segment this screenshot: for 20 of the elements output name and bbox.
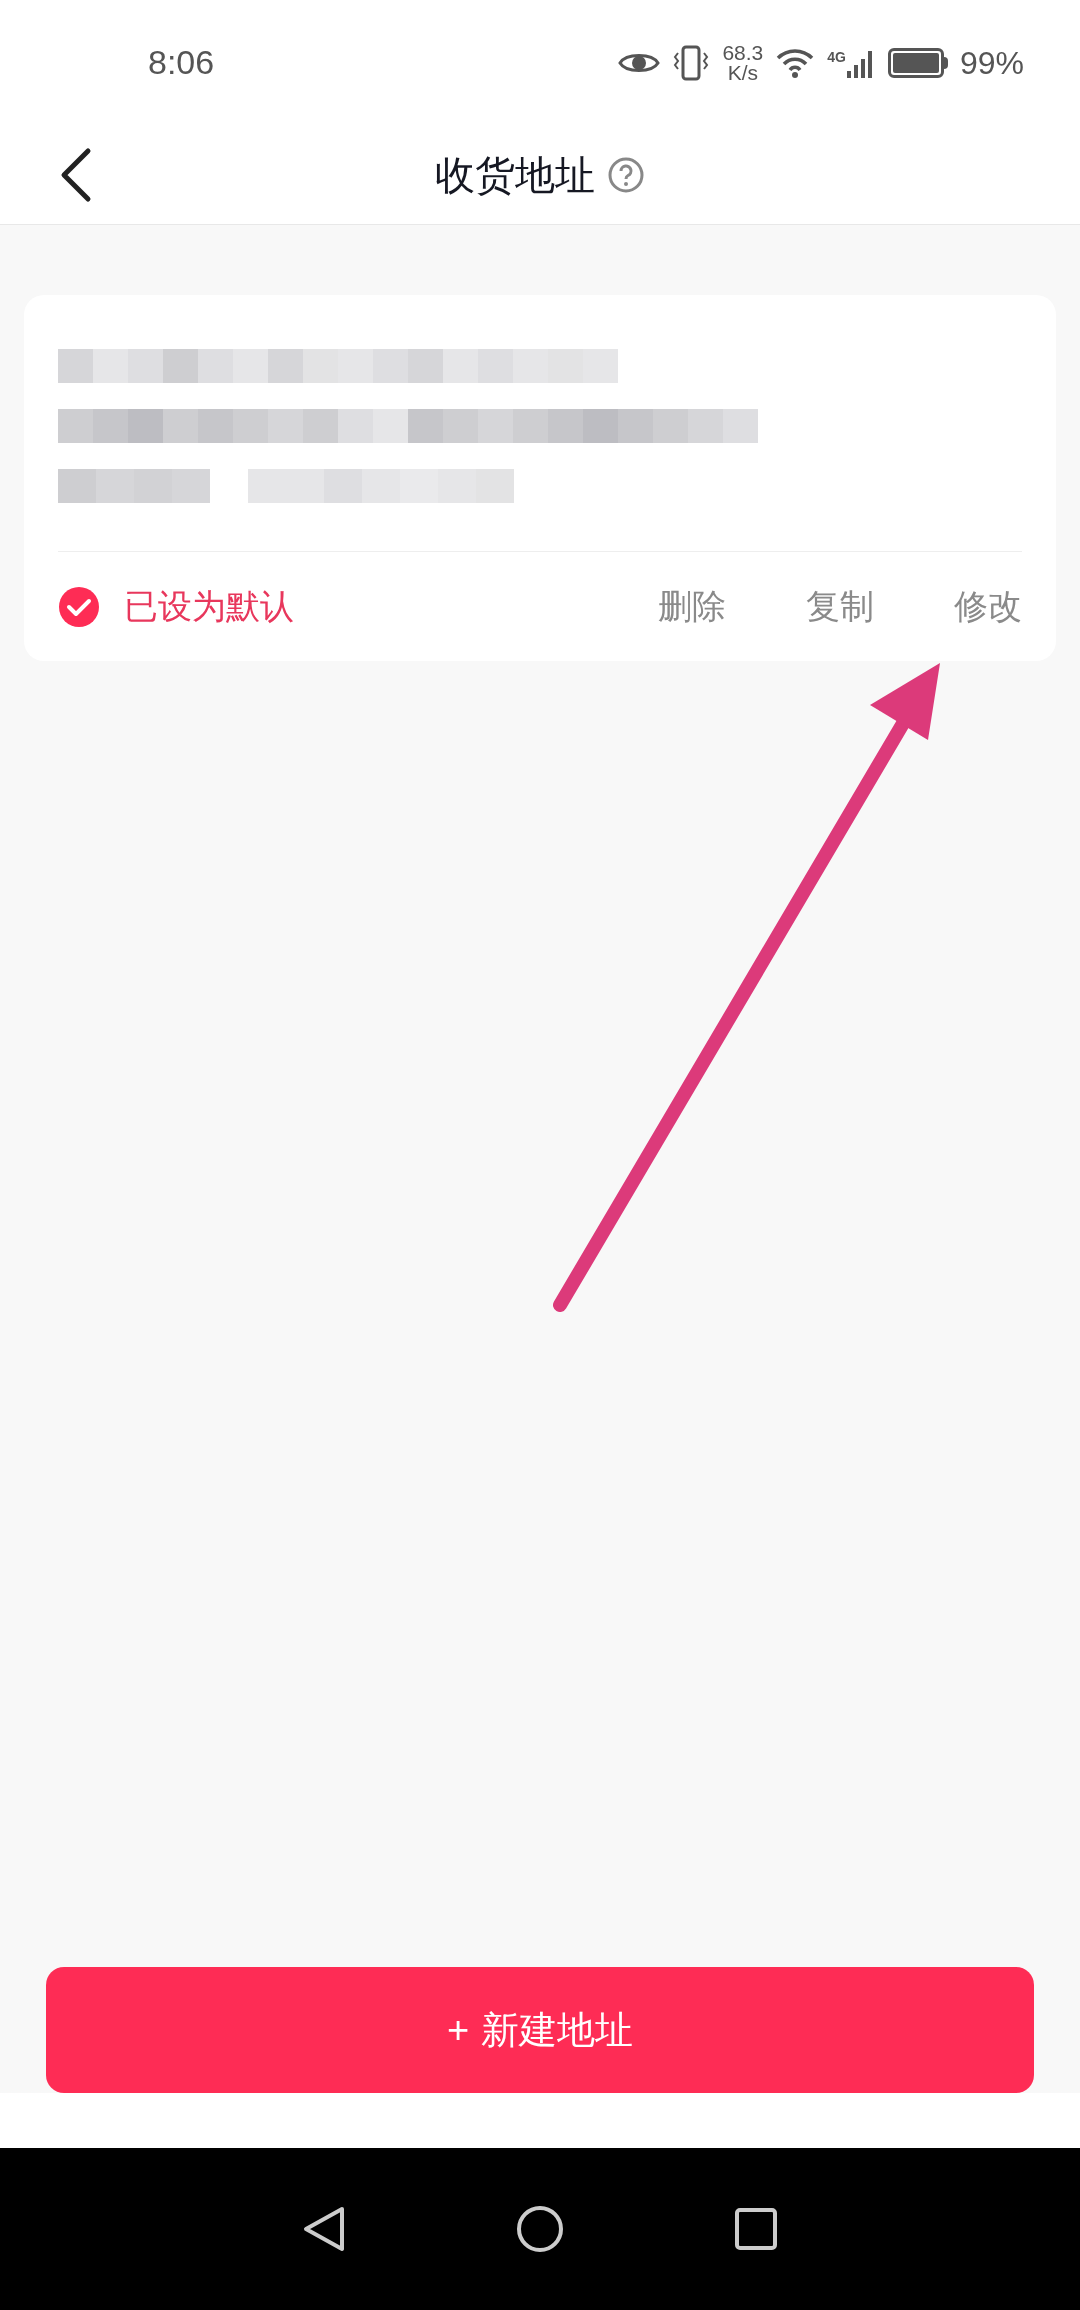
- check-icon[interactable]: [58, 585, 100, 628]
- default-indicator[interactable]: 已设为默认: [58, 581, 294, 632]
- battery-icon: [887, 47, 948, 78]
- wifi-icon: [775, 46, 816, 79]
- recents-nav-icon[interactable]: [734, 2207, 778, 2251]
- net-speed-unit: K/s: [727, 62, 758, 83]
- page-title: 收货地址: [435, 151, 595, 199]
- card-action-link[interactable]: 删除: [658, 581, 726, 632]
- battery-percent: 99%: [959, 43, 1024, 83]
- home-nav-icon[interactable]: [516, 2205, 564, 2253]
- status-time: 8:06: [148, 42, 215, 83]
- vibrate-icon: [672, 44, 711, 81]
- help-icon[interactable]: [607, 155, 645, 194]
- card-action-link[interactable]: 修改: [954, 581, 1022, 632]
- net-speed-value: 68.3: [722, 42, 764, 63]
- network-type: 4G: [827, 47, 846, 67]
- new-address-button[interactable]: + 新建地址: [46, 1967, 1034, 2093]
- back-nav-icon[interactable]: [302, 2205, 346, 2253]
- card-action-link[interactable]: 复制: [806, 581, 874, 632]
- default-label: 已设为默认: [124, 586, 294, 627]
